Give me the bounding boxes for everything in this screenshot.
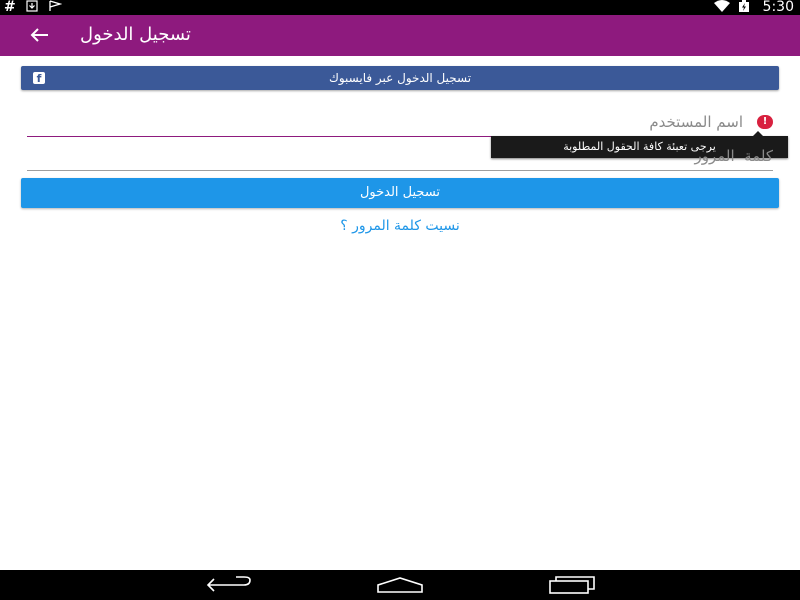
tooltip-arrow — [753, 131, 763, 136]
flag-icon — [48, 0, 62, 15]
back-nav-icon — [206, 576, 251, 592]
app-bar: تسجيل الدخول — [0, 15, 800, 56]
nav-back-button[interactable] — [205, 574, 253, 596]
back-button[interactable] — [26, 23, 52, 47]
facebook-login-label: تسجيل الدخول عبر فايسبوك — [328, 71, 472, 85]
status-bar-right: 5:30 — [713, 0, 794, 15]
username-field-container: ! — [27, 110, 773, 137]
navigation-bar — [0, 570, 800, 600]
forgot-password-link[interactable]: نسيت كلمة المرور ؟ — [0, 217, 800, 235]
download-icon — [26, 0, 38, 15]
username-field[interactable] — [27, 110, 773, 134]
home-nav-icon — [377, 577, 423, 593]
battery-charging-icon — [737, 0, 751, 16]
arrow-back-icon — [30, 28, 48, 42]
password-field[interactable] — [27, 144, 773, 168]
nav-recents-button[interactable] — [548, 574, 596, 596]
login-button[interactable]: تسجيل الدخول — [21, 178, 779, 208]
clock-text: 5:30 — [762, 0, 794, 15]
recents-nav-icon — [549, 576, 595, 594]
wifi-icon — [713, 0, 731, 15]
nav-home-button[interactable] — [376, 574, 424, 596]
status-bar-left: # — [4, 0, 62, 15]
facebook-login-button[interactable]: f تسجيل الدخول عبر فايسبوك — [21, 66, 779, 90]
hash-icon: # — [4, 0, 16, 15]
error-icon: ! — [757, 115, 773, 129]
password-field-container — [27, 144, 773, 171]
page-title: تسجيل الدخول — [80, 24, 191, 45]
status-bar: # 5:30 — [0, 0, 800, 15]
